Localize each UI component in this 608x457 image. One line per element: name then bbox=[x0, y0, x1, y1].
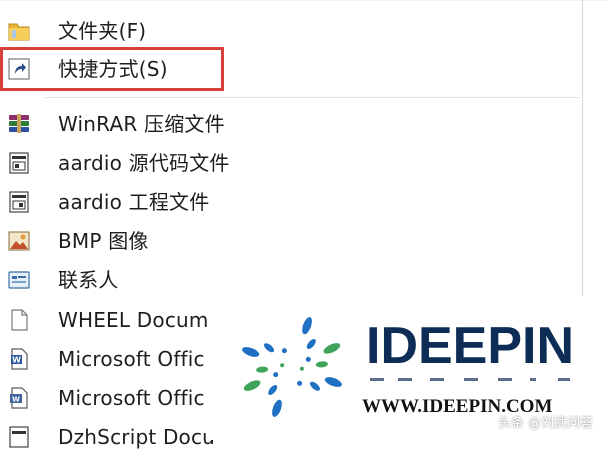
winrar-archive-icon bbox=[6, 111, 32, 137]
menu-item-label: WHEEL Docum bbox=[58, 308, 209, 332]
watermark-logo-text: IDEEPIN bbox=[366, 317, 575, 375]
menu-item-shortcut[interactable]: 快捷方式(S) bbox=[0, 50, 582, 89]
watermark-credit: 头条 @刘武问答 bbox=[498, 416, 594, 431]
menu-item-folder[interactable]: 文件夹(F) bbox=[0, 12, 582, 51]
menu-top-edge bbox=[0, 0, 608, 1]
aardio-source-icon bbox=[6, 150, 32, 176]
menu-item-label: 联系人 bbox=[58, 268, 119, 292]
svg-text:W: W bbox=[12, 396, 20, 404]
svg-text:W: W bbox=[12, 356, 21, 365]
script-document-icon bbox=[6, 424, 32, 450]
folder-icon bbox=[6, 18, 32, 44]
shortcut-icon bbox=[6, 56, 32, 82]
menu-item-label: aardio 工程文件 bbox=[58, 190, 210, 214]
menu-item-label: BMP 图像 bbox=[58, 229, 149, 253]
contact-icon bbox=[6, 267, 32, 293]
menu-item-label: 文件夹(F) bbox=[58, 19, 147, 43]
menu-item-aardio-project[interactable]: aardio 工程文件 bbox=[0, 183, 582, 222]
watermark-decoration bbox=[370, 378, 570, 381]
menu-item-label: Microsoft Offic bbox=[58, 386, 205, 410]
ideepin-logo-mark-icon bbox=[242, 317, 342, 417]
blank-document-icon bbox=[6, 307, 32, 333]
menu-item-aardio-source[interactable]: aardio 源代码文件 bbox=[0, 144, 582, 183]
menu-item-label: aardio 源代码文件 bbox=[58, 151, 230, 175]
word-template-icon: W bbox=[6, 385, 32, 411]
menu-item-winrar-archive[interactable]: WinRAR 压缩文件 bbox=[0, 105, 582, 144]
aardio-project-icon bbox=[6, 189, 32, 215]
menu-item-label: Microsoft Offic bbox=[58, 347, 205, 371]
menu-item-label: 快捷方式(S) bbox=[58, 57, 168, 81]
word-document-icon: W bbox=[6, 346, 32, 372]
menu-item-label: DzhScript Docu bbox=[58, 425, 216, 449]
menu-item-bmp-image[interactable]: BMP 图像 bbox=[0, 222, 582, 261]
bmp-image-icon bbox=[6, 228, 32, 254]
menu-separator bbox=[44, 97, 580, 98]
menu-item-label: WinRAR 压缩文件 bbox=[58, 112, 225, 136]
menu-item-contact[interactable]: 联系人 bbox=[0, 261, 582, 300]
